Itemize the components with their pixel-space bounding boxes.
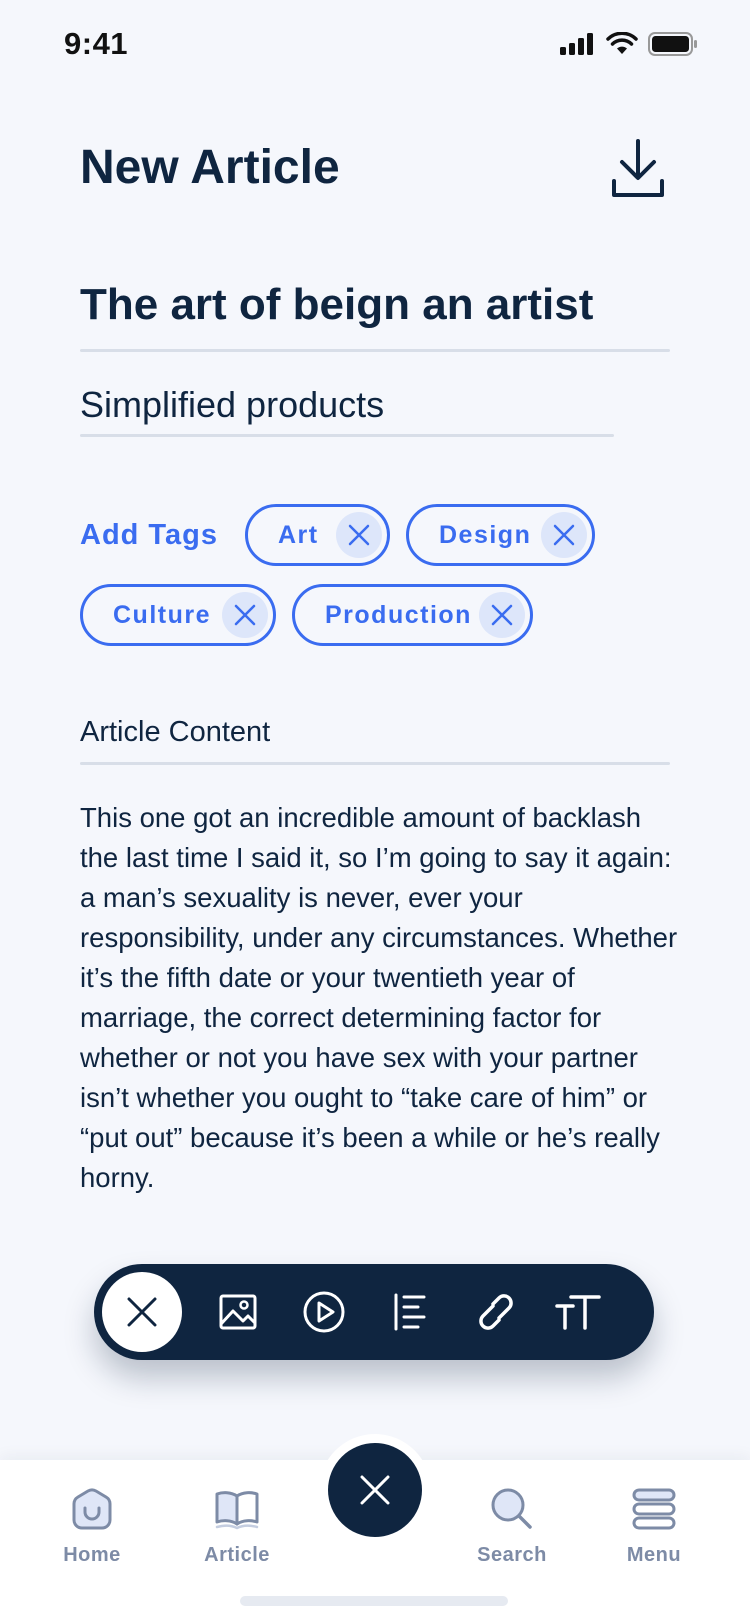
- article-content-label: Article Content: [80, 716, 271, 748]
- remove-tag-button[interactable]: [336, 512, 382, 558]
- title-underline: [80, 349, 670, 352]
- tab-label: Search: [477, 1544, 547, 1566]
- text-size-button[interactable]: [552, 1286, 604, 1338]
- tab-label: Menu: [626, 1544, 682, 1566]
- subtitle-underline: [80, 434, 614, 437]
- remove-tag-button[interactable]: [479, 592, 525, 638]
- book-icon: [215, 1491, 259, 1530]
- tab-label: Home: [63, 1544, 121, 1566]
- remove-tag-button[interactable]: [541, 512, 587, 558]
- battery-icon: [648, 32, 697, 56]
- status-bar: 9:41: [0, 0, 750, 90]
- signal-icon: [560, 33, 593, 55]
- tag-label: Design: [439, 520, 532, 549]
- image-icon: [219, 1294, 257, 1330]
- status-time: 9:41: [64, 26, 129, 61]
- close-icon: [553, 524, 575, 546]
- content-underline: [80, 762, 670, 765]
- search-icon: [491, 1488, 532, 1529]
- tag-design: Design: [406, 504, 595, 566]
- close-icon: [127, 1297, 157, 1327]
- close-icon: [348, 524, 370, 546]
- tab-home[interactable]: Home: [32, 1482, 152, 1567]
- article-content-field[interactable]: This one got an incredible amount of bac…: [80, 798, 680, 1198]
- wifi-icon: [606, 32, 638, 54]
- page-title: New Article: [80, 141, 340, 194]
- download-icon: [612, 139, 664, 197]
- tag-art: Art: [245, 504, 390, 566]
- tab-label: Article: [204, 1544, 270, 1566]
- tag-label: Culture: [113, 600, 211, 629]
- tab-menu[interactable]: Menu: [594, 1482, 714, 1567]
- article-subtitle-field[interactable]: Simplified products: [80, 384, 610, 426]
- tag-production: Production: [292, 584, 533, 646]
- close-icon: [360, 1475, 390, 1505]
- tag-label: Production: [325, 600, 472, 629]
- menu-icon: [632, 1488, 676, 1530]
- insert-video-button[interactable]: [298, 1286, 350, 1338]
- article-title-field[interactable]: The art of beign an artist: [80, 280, 670, 330]
- text-size-icon: [555, 1295, 601, 1330]
- home-indicator: [240, 1596, 508, 1606]
- insert-list-button[interactable]: [384, 1286, 436, 1338]
- add-tags-button[interactable]: Add Tags: [80, 519, 218, 552]
- close-fab-button[interactable]: [328, 1443, 422, 1537]
- home-icon: [72, 1488, 112, 1530]
- play-icon: [303, 1291, 345, 1333]
- insert-link-button[interactable]: [470, 1286, 522, 1338]
- close-toolbar-button[interactable]: [102, 1272, 182, 1352]
- tag-label: Art: [278, 520, 319, 549]
- download-button[interactable]: [610, 137, 666, 201]
- tag-culture: Culture: [80, 584, 276, 646]
- link-icon: [479, 1294, 513, 1330]
- editor-toolbar: [94, 1264, 654, 1360]
- insert-image-button[interactable]: [212, 1286, 264, 1338]
- status-icons: [560, 32, 698, 56]
- tab-article[interactable]: Article: [177, 1482, 297, 1567]
- tab-search[interactable]: Search: [452, 1482, 572, 1567]
- close-icon: [234, 604, 256, 626]
- list-icon: [394, 1293, 426, 1331]
- close-icon: [491, 604, 513, 626]
- remove-tag-button[interactable]: [222, 592, 268, 638]
